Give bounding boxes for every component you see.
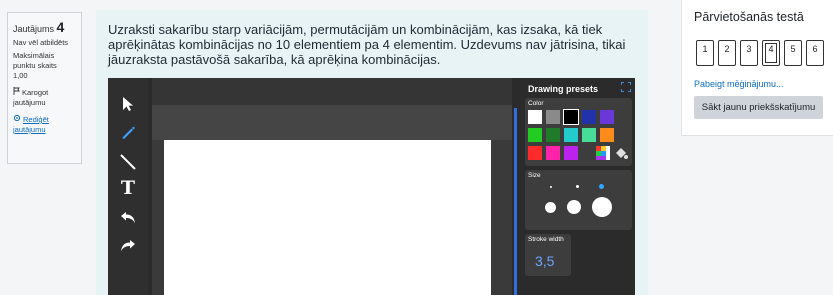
color-swatch[interactable]	[600, 128, 614, 142]
nav-question-5[interactable]: 5	[784, 40, 802, 66]
nav-question-label: 6	[812, 44, 818, 54]
drawing-canvas[interactable]	[164, 140, 491, 295]
nav-question-6[interactable]: 6	[806, 40, 824, 66]
quiz-navigation-block: Pārvietošanās testā 1 2 345 6 Pabeigt mēģin…	[681, 0, 833, 136]
max-points-value: 1,00	[13, 71, 28, 80]
color-swatch[interactable]	[564, 146, 578, 160]
new-preview-button[interactable]: Sākt jaunu priekšskatījumu	[694, 96, 823, 119]
edit-question-link[interactable]: Rediģēt jautājumu	[13, 114, 76, 135]
question-text: Uzraksti sakarību starp variācijām, perm…	[108, 22, 626, 67]
size-dot-m-selected[interactable]	[599, 184, 604, 189]
vertical-scrollbar[interactable]	[514, 108, 517, 295]
quiz-page: Jautājums 4 Nav vēl atbildēts Maksimālai…	[0, 0, 833, 295]
gear-icon	[13, 114, 21, 125]
color-swatch[interactable]	[564, 128, 578, 142]
drawing-presets-panel: Drawing presets Color Size Stroke width …	[520, 78, 635, 295]
rainbow-palette-icon[interactable]	[596, 146, 610, 160]
text-icon[interactable]: T	[116, 176, 140, 200]
size-dot-xl[interactable]	[567, 200, 581, 214]
color-swatch[interactable]	[582, 128, 596, 142]
nav-question-4[interactable]: 4	[762, 40, 780, 66]
line-icon[interactable]	[116, 150, 140, 174]
question-status: Nav vēl atbildēts	[13, 38, 69, 47]
redo-icon[interactable]	[116, 234, 140, 258]
color-swatch[interactable]	[600, 110, 614, 124]
color-swatch[interactable]	[546, 146, 560, 160]
current-question-marker	[765, 43, 777, 63]
presets-title: Drawing presets	[528, 84, 599, 94]
undo-icon[interactable]	[116, 206, 140, 230]
pointer-icon[interactable]	[116, 92, 140, 116]
color-swatch[interactable]	[563, 109, 579, 125]
size-panel: Size	[525, 170, 632, 230]
nav-question-1[interactable]: 1	[696, 40, 714, 66]
color-swatch[interactable]	[546, 128, 560, 142]
fullscreen-icon[interactable]	[620, 79, 632, 93]
flag-icon	[13, 87, 20, 98]
question-number: Jautājums 4	[13, 19, 65, 35]
nav-question-label: 2	[724, 44, 730, 54]
drawing-widget: T Drawing presets Color Size Stroke widt…	[108, 78, 635, 295]
stroke-width-value[interactable]: 3,5	[535, 253, 554, 269]
size-dot-xs[interactable]	[550, 186, 552, 188]
nav-question-label: 3	[746, 44, 752, 54]
nav-question-label: 5	[790, 44, 796, 54]
color-swatch[interactable]	[546, 110, 560, 124]
paint-bucket-icon[interactable]	[614, 146, 628, 160]
max-points-label: Maksimālais punktu skaits	[13, 51, 57, 70]
flag-question-link[interactable]: Karogot jautājumu	[13, 87, 76, 108]
color-swatch[interactable]	[528, 110, 542, 124]
stroke-width-panel: Stroke width 3,5	[525, 234, 571, 276]
question-info-panel: Jautājums 4 Nav vēl atbildēts Maksimālai…	[7, 12, 82, 164]
nav-question-label: 1	[702, 44, 708, 54]
nav-question-2[interactable]: 2	[718, 40, 736, 66]
canvas-area	[152, 78, 512, 295]
color-swatch[interactable]	[528, 146, 542, 160]
size-dot-s[interactable]	[576, 185, 579, 188]
finish-attempt-link[interactable]: Pabeigt mēģinājumu...	[694, 79, 784, 89]
drawing-toolbar: T	[108, 78, 148, 295]
nav-question-3[interactable]: 3	[740, 40, 758, 66]
pencil-icon[interactable]	[116, 120, 140, 144]
color-swatch[interactable]	[528, 128, 542, 142]
size-dot-l[interactable]	[545, 202, 556, 213]
size-dot-xxl[interactable]	[592, 197, 612, 217]
color-swatch[interactable]	[582, 110, 596, 124]
color-panel: Color	[525, 98, 632, 166]
navigation-title: Pārvietošanās testā	[694, 10, 804, 24]
